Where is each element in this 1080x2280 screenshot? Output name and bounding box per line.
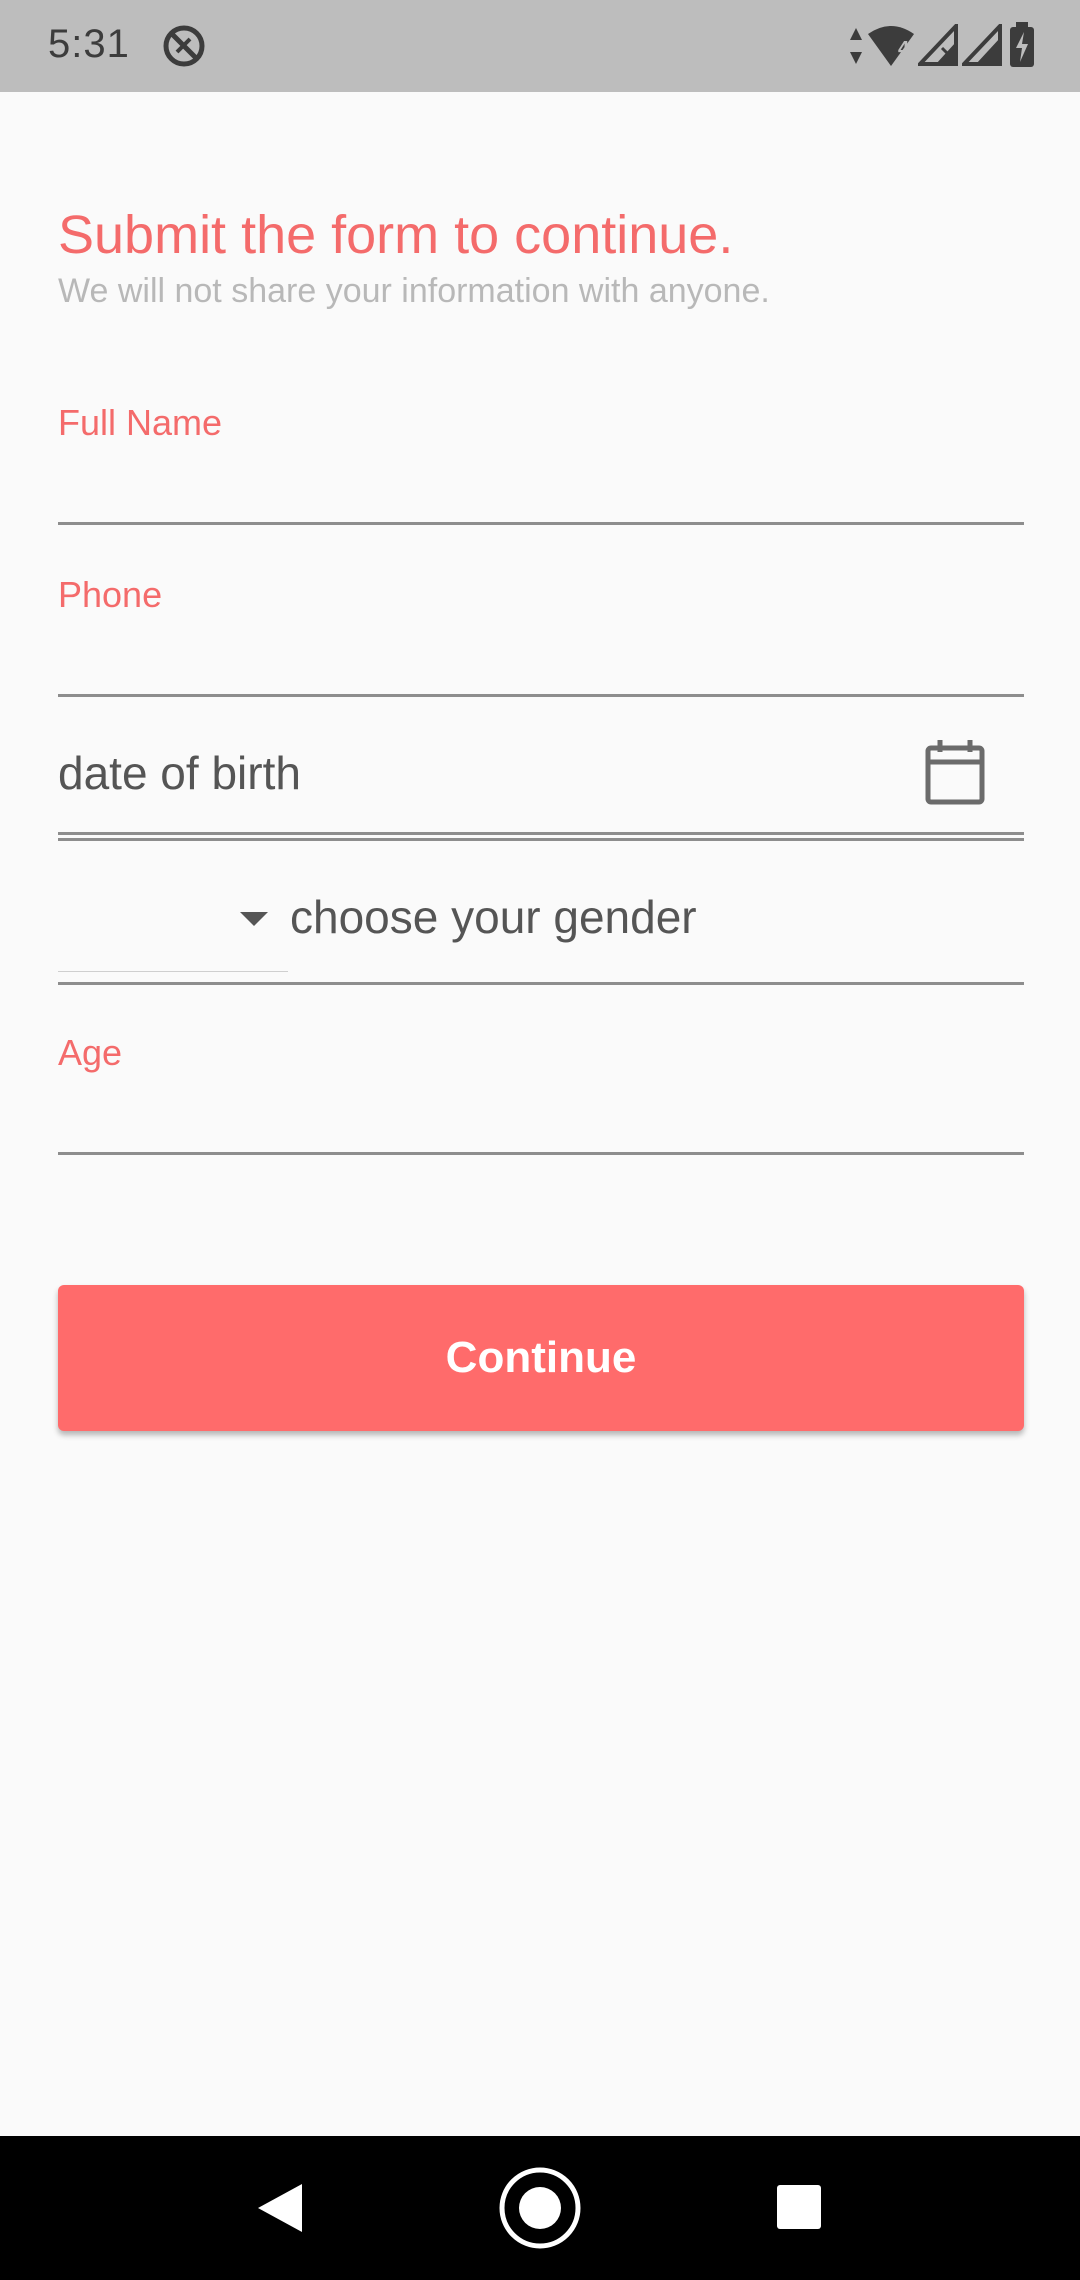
signal-icon-2: [959, 20, 1002, 71]
page-title: Submit the form to continue.: [58, 205, 734, 265]
age-underline: [58, 1152, 1024, 1155]
phone-underline: [58, 694, 1024, 697]
age-input[interactable]: [58, 1086, 1028, 1138]
status-time: 5:31: [48, 22, 130, 66]
wifi-badge: 4: [898, 38, 910, 60]
full-name-input[interactable]: [58, 456, 1028, 508]
do-not-disturb-icon: [160, 22, 208, 75]
full-name-field[interactable]: Full Name: [58, 402, 1028, 835]
date-of-birth-field[interactable]: date of birth: [58, 712, 1024, 856]
recents-icon[interactable]: [776, 2184, 822, 2235]
navigation-bar: [0, 2136, 1080, 2280]
battery-charging-icon: [1008, 22, 1036, 73]
gender-field[interactable]: choose your gender: [58, 856, 1024, 1000]
calendar-icon[interactable]: [924, 738, 986, 811]
phone-label: Phone: [58, 574, 163, 615]
dropdown-caret-icon[interactable]: [238, 908, 270, 933]
full-name-label: Full Name: [58, 402, 223, 443]
data-arrows-icon: [848, 26, 864, 71]
page-subtitle: We will not share your information with …: [58, 272, 770, 310]
continue-button[interactable]: Continue: [58, 1285, 1024, 1431]
phone-input[interactable]: [58, 628, 1028, 680]
phone-field[interactable]: Phone: [58, 574, 1028, 694]
home-icon[interactable]: [498, 2166, 582, 2255]
gender-dropdown[interactable]: [58, 856, 288, 972]
age-field[interactable]: Age: [58, 1032, 1028, 1152]
age-label: Age: [58, 1032, 123, 1073]
back-icon[interactable]: [256, 2182, 304, 2239]
full-name-underline: [58, 522, 1024, 525]
date-of-birth-placeholder: date of birth: [58, 747, 301, 799]
gender-dropdown-underline: [58, 971, 288, 972]
gender-underline: [58, 982, 1024, 985]
gender-placeholder: choose your gender: [290, 891, 697, 943]
signal-no-data-icon: [940, 46, 958, 69]
status-bar: 5:31 4: [0, 0, 1080, 92]
date-of-birth-underline: [58, 838, 1024, 841]
